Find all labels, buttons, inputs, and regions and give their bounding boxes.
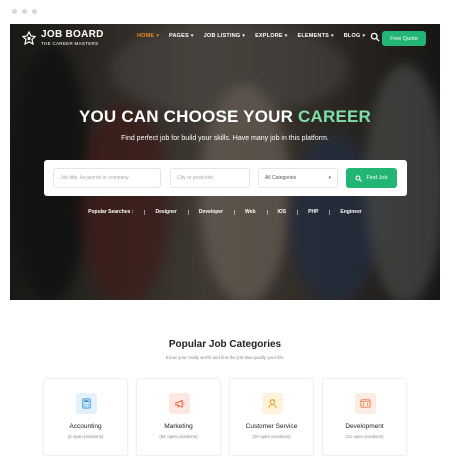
window-dot — [12, 9, 17, 14]
category-count: (20 open positions) — [252, 434, 291, 439]
popular-tag-web[interactable]: Web — [234, 209, 266, 215]
category-select[interactable]: All Categories ▾ — [258, 168, 338, 188]
popular-tag-developer[interactable]: Developer — [187, 209, 234, 215]
code-window-icon — [355, 393, 376, 414]
window-dot — [32, 9, 37, 14]
menu-item-pages[interactable]: PAGES ▾ — [169, 33, 194, 39]
keyword-placeholder: Job title, keywords or company — [60, 175, 129, 181]
logo-icon — [22, 31, 36, 45]
category-selected-value: All Categories — [265, 175, 297, 181]
logo-subtitle: THE CAREER MASTERS — [41, 41, 99, 46]
categories-title: Popular Job Categories — [168, 339, 282, 350]
menu-item-label: HOME — [137, 33, 155, 39]
main-menu: HOME ▾ PAGES ▾ JOB LISTING ▾ EXPLORE ▾ E… — [137, 33, 365, 39]
category-card-accounting[interactable]: Accounting (2 open positions) — [43, 378, 128, 456]
menu-item-label: PAGES — [169, 33, 189, 39]
chevron-down-icon: ▾ — [156, 33, 160, 39]
hero-subtitle: Find perfect job for build your skills. … — [121, 135, 329, 142]
megaphone-icon — [169, 393, 190, 414]
support-agent-icon — [262, 393, 283, 414]
find-job-label: Find Job — [366, 175, 388, 181]
location-input[interactable]: City or postcode — [170, 168, 250, 188]
hero-headline-accent: CAREER — [298, 107, 372, 126]
category-count: (86 open positions) — [159, 434, 198, 439]
hero-section: JOB BOARD THE CAREER MASTERS HOME ▾ PAGE… — [10, 24, 440, 300]
category-card-development[interactable]: Development (12 open positions) — [322, 378, 407, 456]
popular-tag-designer[interactable]: Designer — [144, 209, 187, 215]
free-quote-button[interactable]: Free Quote — [382, 31, 426, 46]
category-card-customer-service[interactable]: Customer Service (20 open positions) — [229, 378, 314, 456]
menu-item-home[interactable]: HOME ▾ — [137, 33, 159, 39]
popular-tag-ios[interactable]: IOS — [266, 209, 298, 215]
menu-item-elements[interactable]: ELEMENTS ▾ — [297, 33, 333, 39]
category-count: (2 open positions) — [67, 434, 104, 439]
window-dot — [22, 9, 27, 14]
chevron-down-icon: ▾ — [328, 175, 331, 181]
location-placeholder: City or postcode — [177, 175, 214, 181]
calculator-icon — [76, 393, 97, 414]
hero-headline-text: YOU CAN CHOOSE YOUR — [78, 107, 294, 126]
popular-tag-engineer[interactable]: Engineer — [329, 209, 372, 215]
menu-item-explore[interactable]: EXPLORE ▾ — [255, 33, 287, 39]
popular-searches-label: Popular Searches : — [88, 209, 134, 215]
menu-item-label: ELEMENTS — [297, 33, 330, 39]
popular-searches: Popular Searches : Designer Developer We… — [10, 209, 440, 215]
category-name: Marketing — [164, 423, 193, 430]
search-icon[interactable] — [370, 32, 380, 42]
search-icon — [355, 174, 363, 182]
chevron-down-icon: ▾ — [242, 33, 246, 39]
keyword-input[interactable]: Job title, keywords or company — [53, 168, 161, 188]
chevron-down-icon: ▾ — [190, 33, 194, 39]
menu-item-blog[interactable]: BLOG ▾ — [344, 33, 365, 39]
category-name: Development — [345, 423, 384, 430]
category-count: (12 open positions) — [345, 434, 384, 439]
menu-item-job-listing[interactable]: JOB LISTING ▾ — [204, 33, 245, 39]
find-job-button[interactable]: Find Job — [346, 168, 397, 188]
chevron-down-icon: ▾ — [362, 33, 366, 39]
browser-window-dots — [12, 9, 37, 14]
top-navigation: JOB BOARD THE CAREER MASTERS HOME ▾ PAGE… — [10, 24, 440, 52]
category-card-marketing[interactable]: Marketing (86 open positions) — [136, 378, 221, 456]
popular-tag-php[interactable]: PHP — [297, 209, 329, 215]
chevron-down-icon: ▾ — [331, 33, 334, 39]
menu-item-label: JOB LISTING — [203, 33, 241, 39]
job-search-form: Job title, keywords or company City or p… — [44, 160, 407, 196]
chevron-down-icon: ▾ — [284, 33, 288, 39]
menu-item-label: EXPLORE — [255, 33, 283, 39]
category-name: Customer Service — [245, 423, 298, 430]
site-logo[interactable]: JOB BOARD THE CAREER MASTERS — [22, 30, 104, 46]
category-name: Accounting — [69, 423, 102, 430]
menu-item-label: BLOG — [343, 33, 361, 39]
logo-title: JOB BOARD — [41, 29, 104, 40]
categories-subtitle: Know your really worth and find the job … — [165, 355, 285, 360]
category-cards: Accounting (2 open positions) Marketing … — [43, 378, 407, 456]
hero-headline: YOU CAN CHOOSE YOUR CAREER — [10, 107, 440, 127]
